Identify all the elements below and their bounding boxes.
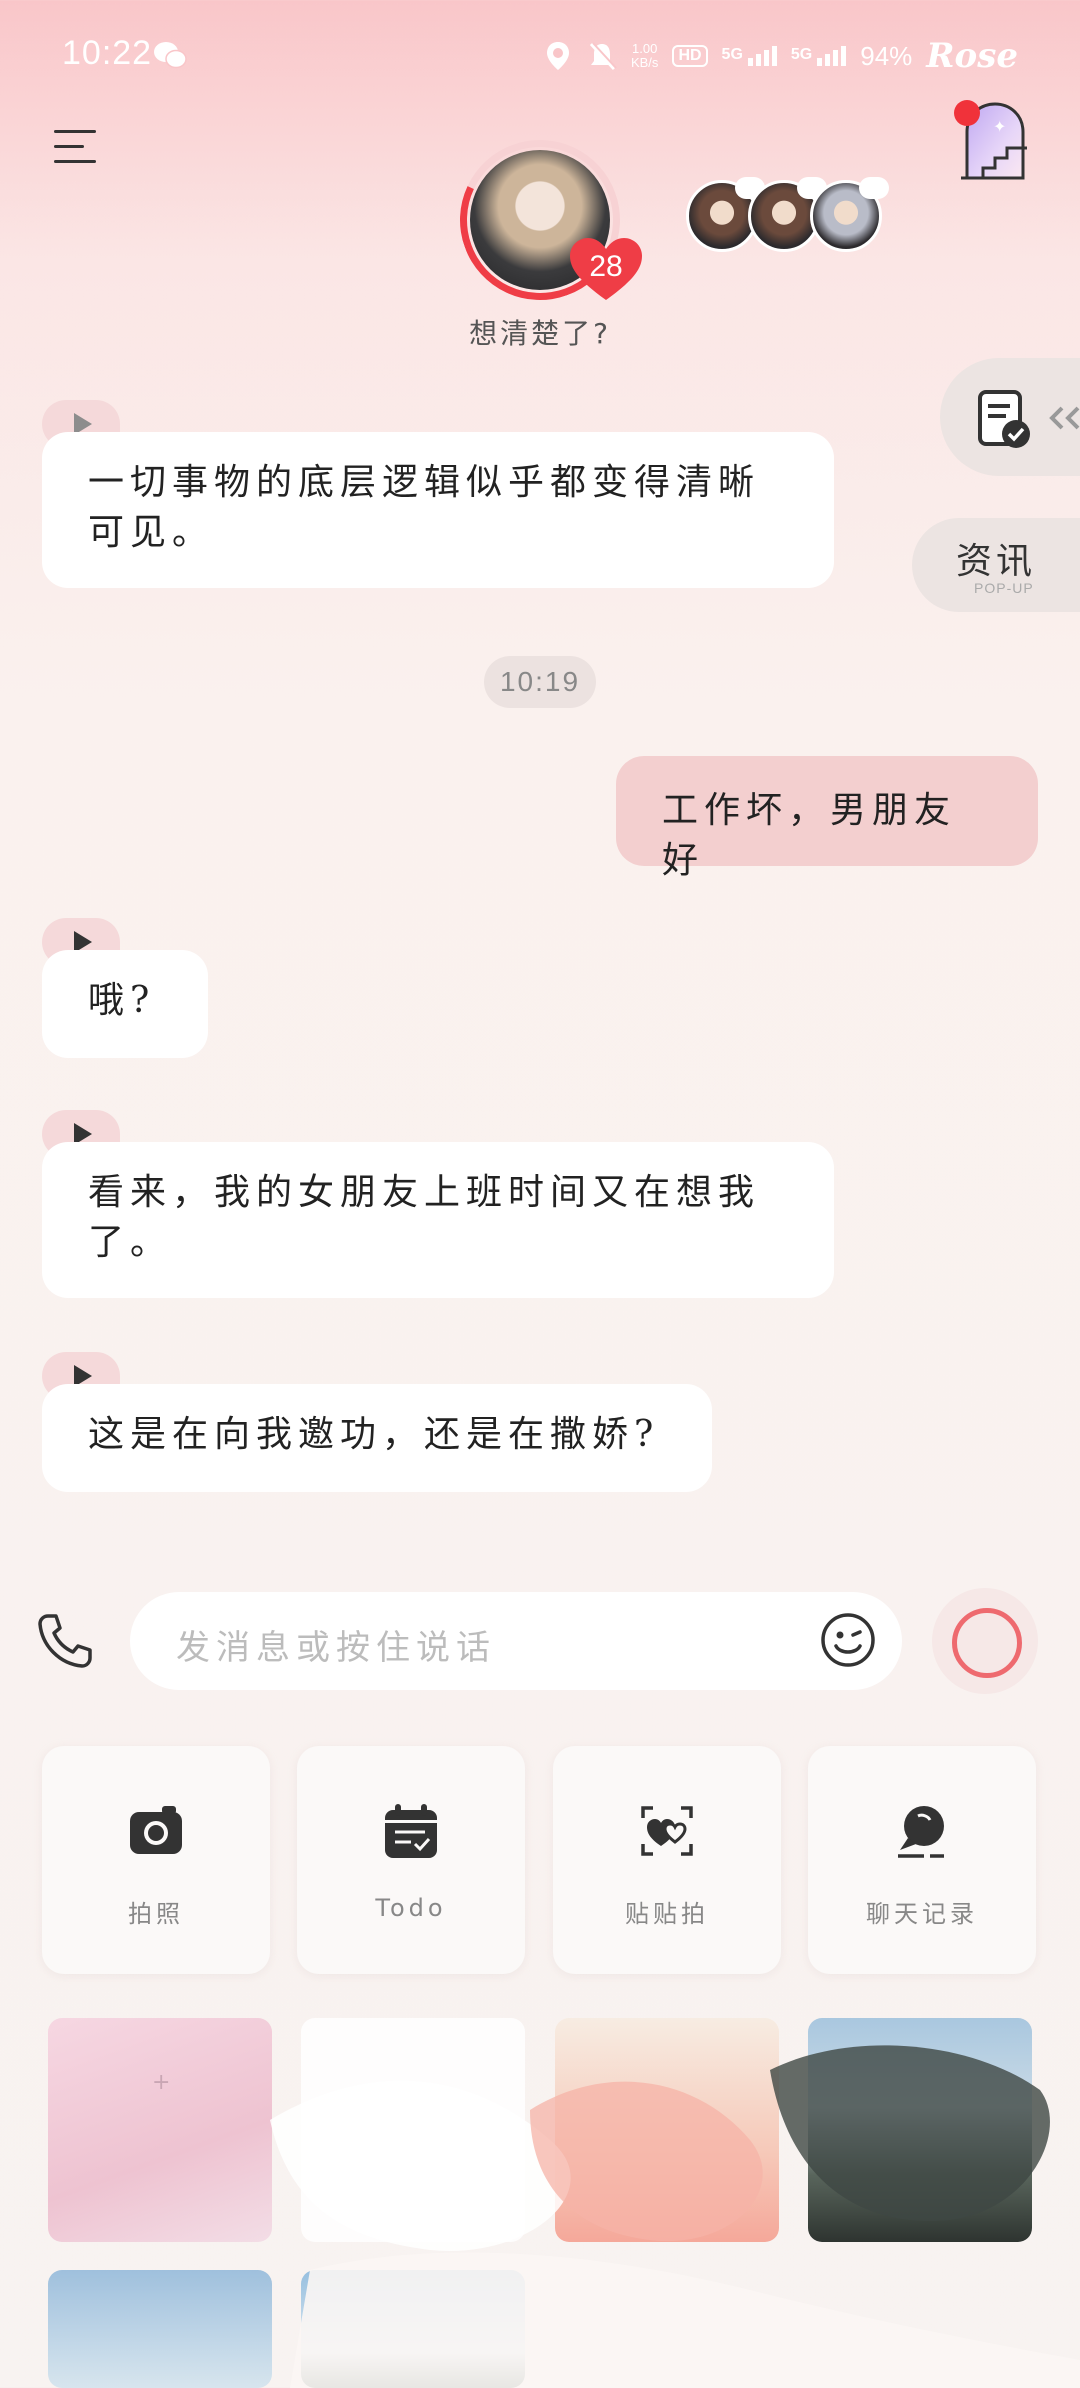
affection-level: 28 — [589, 250, 623, 283]
net-label-2: 5G — [790, 46, 813, 63]
status-time: 10:22 — [62, 34, 153, 72]
hd-badge: HD — [672, 45, 708, 67]
mute-bell-icon — [589, 42, 617, 71]
tool-chat-history[interactable]: 聊天记录 — [808, 1746, 1036, 1974]
menu-button[interactable] — [54, 128, 100, 166]
battery-level: 94% — [860, 40, 913, 71]
net-label-1: 5G — [721, 46, 743, 63]
tool-label: 聊天记录 — [866, 1900, 978, 1928]
svg-text:✦: ✦ — [993, 117, 1006, 136]
brush-stroke-decoration — [270, 2045, 1080, 2388]
tool-label: 贴贴拍 — [625, 1900, 709, 1928]
message-bubble-outgoing[interactable]: 工作坏，男朋友好 — [616, 756, 1038, 881]
carrier-name: Rose — [926, 36, 1018, 76]
status-bar: 10:22 1.00 KB/s HD 5G 5G 94% Rose — [0, 0, 1080, 110]
side-news-widget[interactable]: 资讯 POP-UP — [912, 518, 1080, 612]
add-icon: + — [152, 2070, 171, 2095]
character-status: 想清楚了? — [469, 317, 611, 350]
tool-label: 拍照 — [128, 1900, 184, 1928]
notification-dot — [954, 100, 980, 126]
tool-label: Todo — [375, 1894, 447, 1922]
wechat-icon — [154, 42, 187, 69]
side-document-widget[interactable] — [940, 358, 1080, 476]
phone-call-icon[interactable] — [34, 1610, 96, 1672]
double-chevron-left-icon — [1049, 406, 1080, 430]
message-bubble-incoming[interactable]: 看来，我的女朋友上班时间又在想我了。 — [42, 1142, 834, 1298]
tool-camera[interactable]: 拍照 — [42, 1746, 270, 1974]
friend-avatar-3[interactable] — [810, 177, 889, 252]
message-input-placeholder: 发消息或按住说话 — [176, 1628, 496, 1668]
message-bubble-incoming[interactable]: 哦? — [42, 950, 208, 1058]
tool-todo[interactable]: Todo — [297, 1746, 525, 1974]
location-icon — [546, 42, 569, 70]
message-timestamp: 10:19 — [484, 656, 596, 708]
document-check-icon — [978, 390, 1030, 448]
news-sub-label: POP-UP — [974, 580, 1034, 596]
chat-search-icon — [898, 1806, 944, 1858]
tool-sticker-photo[interactable]: 贴贴拍 — [553, 1746, 781, 1974]
message-input[interactable]: 发消息或按住说话 — [130, 1592, 902, 1690]
speed-value: 1.00 — [632, 41, 658, 56]
speed-unit: KB/s — [630, 55, 659, 70]
emoji-icon[interactable] — [820, 1612, 876, 1668]
camera-icon — [130, 1806, 182, 1854]
calendar-check-icon — [385, 1804, 437, 1858]
hearts-frame-icon — [641, 1806, 693, 1856]
message-bubble-incoming[interactable]: 这是在向我邀功，还是在撒娇? — [42, 1384, 712, 1492]
status-right: 1.00 KB/s HD 5G 5G 94% Rose — [543, 36, 1018, 76]
signal-5g-2: 5G — [790, 46, 847, 66]
record-button[interactable] — [932, 1588, 1038, 1694]
news-label: 资讯 — [956, 541, 1037, 582]
friend-avatars[interactable] — [686, 177, 889, 252]
network-speed: 1.00 KB/s — [631, 42, 658, 70]
message-bubble-incoming[interactable]: 一切事物的底层逻辑似乎都变得清晰可见。 — [42, 432, 834, 588]
signal-5g-1: 5G — [722, 46, 777, 66]
